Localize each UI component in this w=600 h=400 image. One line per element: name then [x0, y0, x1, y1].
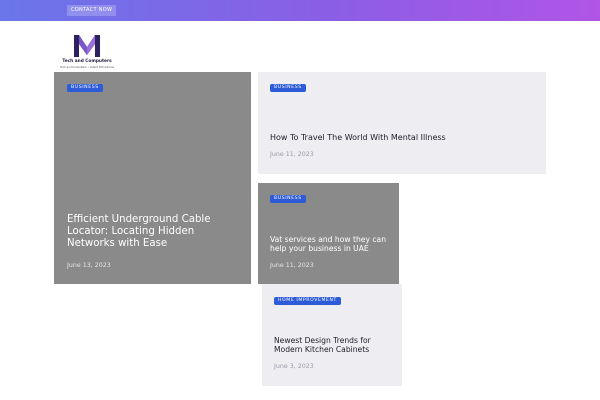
post-card[interactable]: BUSINESS How To Travel The World With Me… [258, 72, 546, 174]
post-card[interactable]: BUSINESS Vat services and how they can h… [258, 183, 399, 284]
post-title[interactable]: How To Travel The World With Mental Illn… [270, 133, 540, 143]
post-date: June 11, 2023 [270, 262, 314, 269]
site-logo[interactable]: Tech and Computers Tech and Computers • … [58, 33, 116, 73]
category-badge[interactable]: BUSINESS [270, 195, 306, 203]
logo-mark-icon [74, 35, 100, 57]
post-title[interactable]: Efficient Underground Cable Locator: Loc… [67, 214, 237, 251]
category-badge[interactable]: BUSINESS [67, 84, 103, 92]
category-badge[interactable]: HOME IMPROVEMENT [274, 297, 341, 305]
post-title[interactable]: Newest Design Trends for Modern Kitchen … [274, 336, 398, 354]
logo-name: Tech and Computers [62, 59, 112, 64]
post-date: June 11, 2023 [270, 151, 314, 158]
top-bar: CONTACT NOW [0, 0, 600, 21]
category-badge[interactable]: BUSINESS [270, 84, 306, 92]
post-card[interactable]: HOME IMPROVEMENT Newest Design Trends fo… [262, 284, 402, 386]
post-date: June 3, 2023 [274, 363, 314, 370]
post-date: June 13, 2023 [67, 262, 111, 269]
post-title[interactable]: Vat services and how they can help your … [270, 235, 395, 253]
logo-tagline: Tech and Computers • Latest 360 Articles [59, 66, 115, 69]
contact-now-button[interactable]: CONTACT NOW [67, 5, 117, 16]
post-card-featured[interactable]: BUSINESS Efficient Underground Cable Loc… [54, 72, 251, 284]
